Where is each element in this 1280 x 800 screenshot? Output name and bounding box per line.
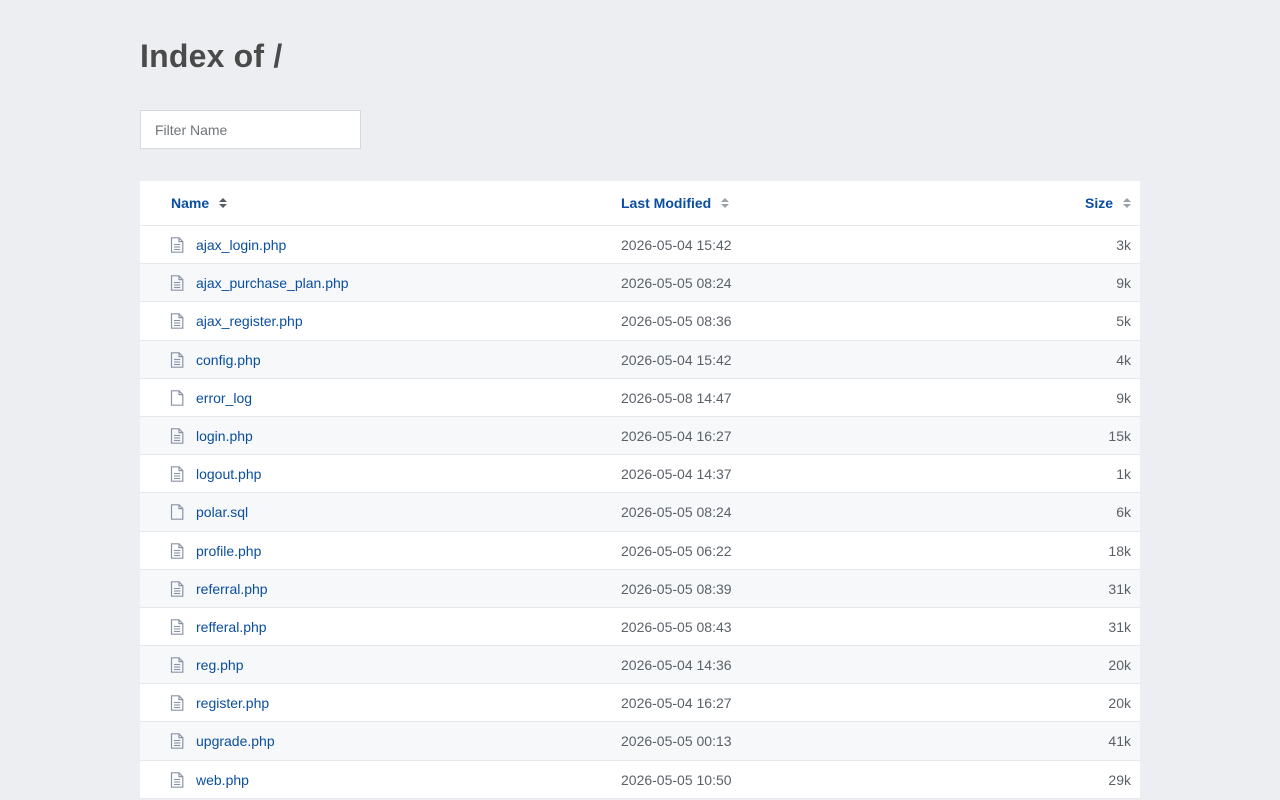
last-modified-value: 2026-05-04 16:27 [621, 427, 732, 444]
file-name-link[interactable]: profile.php [196, 532, 261, 570]
file-name-link[interactable]: ajax_login.php [196, 226, 286, 264]
file-listing-table: Name Last Modified Size ajax_login.php 20… [140, 181, 1140, 799]
file-size-value: 20k [1108, 695, 1131, 712]
file-name-link[interactable]: web.php [196, 761, 249, 799]
column-header-name-label: Name [171, 195, 210, 211]
file-text-icon [170, 466, 184, 482]
file-size-value: 5k [1116, 313, 1131, 330]
file-name-link[interactable]: login.php [196, 417, 253, 455]
page-title: Index of / [140, 38, 283, 74]
file-size-value: 31k [1108, 618, 1131, 635]
file-text-icon [170, 351, 184, 368]
file-name-link[interactable]: config.php [196, 341, 261, 379]
file-name-link[interactable]: polar.sql [196, 493, 248, 531]
file-size-value: 3k [1116, 237, 1131, 253]
sort-arrows-icon [1123, 198, 1131, 210]
last-modified-value: 2026-05-05 06:22 [621, 542, 732, 559]
file-size-value: 1k [1116, 466, 1131, 483]
file-text-icon [170, 275, 184, 291]
file-name-link[interactable]: ajax_purchase_plan.php [196, 264, 349, 302]
file-name-link[interactable]: refferal.php [196, 608, 267, 646]
table-row: ajax_purchase_plan.php 2026-05-05 08:24 9k [140, 264, 1140, 303]
file-size-value: 9k [1116, 275, 1131, 292]
file-size-value: 41k [1108, 733, 1131, 750]
last-modified-value: 2026-05-05 08:24 [621, 275, 732, 292]
file-text-icon [170, 657, 184, 673]
file-text-icon [170, 619, 184, 635]
table-row: web.php 2026-05-05 10:50 29k [140, 760, 1140, 799]
last-modified-value: 2026-05-05 10:50 [621, 771, 732, 788]
table-row: polar.sql 2026-05-05 08:24 6k [140, 493, 1140, 532]
table-row: referral.php 2026-05-05 08:39 31k [140, 569, 1140, 608]
column-header-size-label: Size [1084, 195, 1113, 211]
file-text-icon [170, 313, 184, 330]
column-header-size[interactable]: Size [1085, 181, 1131, 225]
file-text-icon [170, 428, 184, 444]
sort-arrows-icon [721, 198, 730, 210]
last-modified-value: 2026-05-04 15:42 [621, 237, 732, 253]
last-modified-value: 2026-05-08 14:47 [621, 389, 732, 406]
file-text-icon [170, 771, 184, 788]
file-size-value: 20k [1108, 657, 1131, 674]
file-name-link[interactable]: register.php [196, 684, 269, 722]
file-name-link[interactable]: logout.php [196, 455, 261, 493]
last-modified-value: 2026-05-05 08:36 [621, 313, 732, 330]
file-size-value: 29k [1108, 771, 1131, 788]
table-row: error_log 2026-05-08 14:47 9k [140, 378, 1140, 417]
file-name-link[interactable]: reg.php [196, 646, 243, 684]
table-row: logout.php 2026-05-04 14:37 1k [140, 455, 1140, 494]
file-size-value: 31k [1108, 580, 1131, 597]
file-name-link[interactable]: referral.php [196, 570, 268, 608]
last-modified-value: 2026-05-04 14:36 [621, 657, 732, 674]
filter-name-input[interactable] [140, 110, 361, 149]
sort-arrows-icon [219, 198, 228, 210]
table-row: config.php 2026-05-04 15:42 4k [140, 340, 1140, 379]
table-row: ajax_login.php 2026-05-04 15:42 3k [140, 226, 1140, 265]
file-name-link[interactable]: error_log [196, 379, 252, 417]
table-row: refferal.php 2026-05-05 08:43 31k [140, 607, 1140, 647]
file-blank-icon [170, 389, 184, 406]
last-modified-value: 2026-05-04 14:37 [621, 466, 732, 483]
table-row: ajax_register.php 2026-05-05 08:36 5k [140, 302, 1140, 341]
file-size-value: 9k [1116, 389, 1131, 406]
last-modified-value: 2026-05-05 00:13 [621, 733, 732, 750]
table-row: reg.php 2026-05-04 14:36 20k [140, 646, 1140, 685]
table-row: login.php 2026-05-04 16:27 15k [140, 416, 1140, 456]
table-header: Name Last Modified Size [140, 181, 1140, 226]
last-modified-value: 2026-05-05 08:43 [621, 618, 732, 635]
file-name-link[interactable]: upgrade.php [196, 722, 275, 760]
file-text-icon [170, 733, 184, 750]
table-row: profile.php 2026-05-05 06:22 18k [140, 531, 1140, 570]
file-rows: ajax_login.php 2026-05-04 15:42 3k ajax_pur… [140, 226, 1140, 799]
column-header-last-modified-label: Last Modified [621, 195, 712, 211]
file-text-icon [170, 580, 184, 597]
file-size-value: 15k [1108, 427, 1131, 444]
file-text-icon [170, 695, 184, 712]
column-header-last-modified[interactable]: Last Modified [621, 181, 730, 225]
file-size-value: 4k [1116, 351, 1131, 368]
last-modified-value: 2026-05-05 08:24 [621, 504, 732, 521]
file-size-value: 18k [1108, 542, 1131, 559]
file-text-icon [170, 542, 184, 559]
last-modified-value: 2026-05-04 16:27 [621, 695, 732, 712]
file-size-value: 6k [1116, 504, 1131, 521]
table-row: upgrade.php 2026-05-05 00:13 41k [140, 722, 1140, 761]
file-name-link[interactable]: ajax_register.php [196, 302, 303, 340]
last-modified-value: 2026-05-04 15:42 [621, 351, 732, 368]
table-row: register.php 2026-05-04 16:27 20k [140, 684, 1140, 723]
column-header-name[interactable]: Name [171, 181, 228, 225]
file-blank-icon [170, 504, 184, 521]
file-text-icon [170, 237, 184, 253]
last-modified-value: 2026-05-05 08:39 [621, 580, 732, 597]
